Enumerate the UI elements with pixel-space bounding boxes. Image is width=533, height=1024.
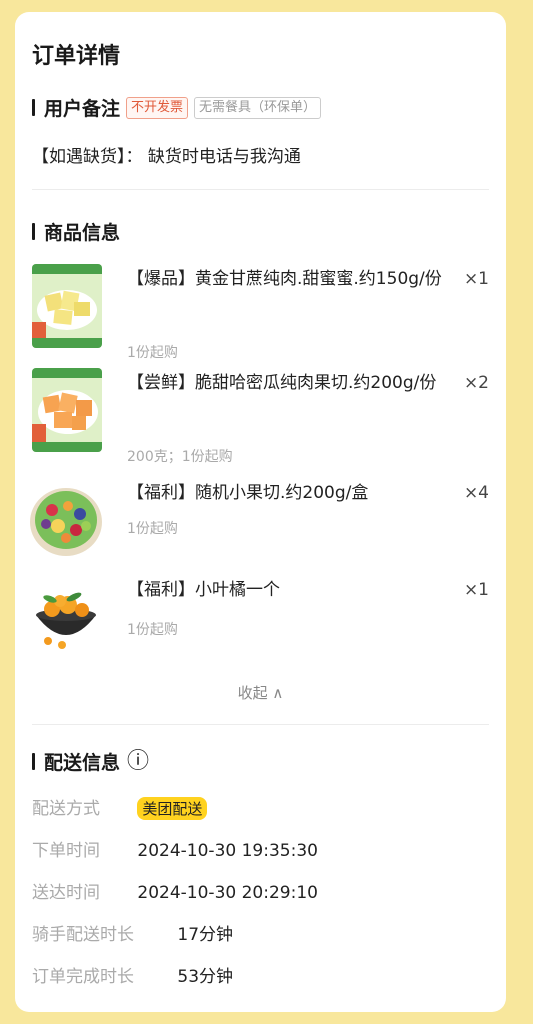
completion-duration-row: 订单完成时长 53分钟 [32, 962, 233, 987]
melon-image [32, 368, 102, 452]
fruit-bowl-image [28, 478, 104, 562]
goods-section-header: 商品信息 [32, 218, 120, 245]
section-bar [32, 99, 35, 116]
section-bar [32, 223, 35, 240]
page-title: 订单详情 [32, 44, 121, 69]
rider-duration-value: 17分钟 [177, 925, 234, 945]
tangerine-image [28, 575, 104, 659]
goods-min-purchase: 200克；1份起购 [127, 449, 233, 465]
remark-title: 用户备注 [44, 98, 121, 120]
divider [32, 724, 489, 725]
goods-quantity: ×2 [463, 373, 489, 393]
goods-quantity: ×1 [463, 580, 489, 600]
completion-duration-value: 53分钟 [177, 967, 234, 987]
goods-item[interactable]: 【福利】随机小果切.约200g/盒 ×4 1份起购 [28, 478, 489, 568]
arrival-time-value: 2024-10-30 20:29:10 [137, 883, 318, 903]
collapse-button[interactable]: 收起 ∧ [15, 682, 506, 703]
arrival-time-row: 送达时间 2024-10-30 20:29:10 [32, 878, 318, 903]
goods-title: 商品信息 [44, 222, 121, 244]
order-time-label: 下单时间 [32, 841, 100, 861]
goods-item[interactable]: 【爆品】黄金甘蔗纯肉.甜蜜蜜.约150g/份 ×1 1份起购 [32, 264, 489, 361]
divider [32, 189, 489, 190]
delivery-title: 配送信息 [44, 752, 121, 774]
goods-quantity: ×4 [463, 483, 489, 503]
goods-name: 【福利】随机小果切.约200g/盒 [127, 483, 369, 503]
delivery-method-label: 配送方式 [32, 799, 100, 819]
info-icon[interactable]: ⓘ [127, 750, 149, 773]
completion-duration-label: 订单完成时长 [32, 967, 134, 987]
goods-item[interactable]: 【尝鲜】脆甜哈密瓜纯肉果切.约200g/份 ×2 200克；1份起购 [32, 368, 489, 465]
order-time-row: 下单时间 2024-10-30 19:35:30 [32, 836, 318, 861]
meituan-delivery-badge: 美团配送 [137, 797, 208, 820]
goods-name: 【爆品】黄金甘蔗纯肉.甜蜜蜜.约150g/份 [127, 269, 442, 289]
section-bar [32, 753, 35, 770]
goods-min-purchase: 1份起购 [127, 521, 178, 537]
remark-text: 【如遇缺货】： 缺货时电话与我沟通 [32, 147, 301, 167]
remark-section-header: 用户备注 不开发票 无需餐具（环保单） [32, 94, 322, 121]
delivery-section-header: 配送信息 ⓘ [32, 748, 149, 775]
goods-name: 【尝鲜】脆甜哈密瓜纯肉果切.约200g/份 [127, 373, 437, 393]
order-detail-card: 订单详情 用户备注 不开发票 无需餐具（环保单） 【如遇缺货】： 缺货时电话与我… [15, 12, 506, 1012]
no-invoice-tag: 不开发票 [126, 96, 189, 119]
no-cutlery-tag: 无需餐具（环保单） [194, 96, 322, 119]
goods-quantity: ×1 [463, 269, 489, 289]
rider-duration-label: 骑手配送时长 [32, 925, 134, 945]
delivery-method-row: 配送方式 美团配送 [32, 794, 208, 820]
goods-min-purchase: 1份起购 [127, 622, 178, 638]
goods-name: 【福利】小叶橘一个 [127, 580, 280, 600]
arrival-time-label: 送达时间 [32, 883, 100, 903]
rider-duration-row: 骑手配送时长 17分钟 [32, 920, 233, 945]
goods-min-purchase: 1份起购 [127, 345, 178, 361]
sugarcane-image [32, 264, 102, 348]
order-time-value: 2024-10-30 19:35:30 [137, 841, 318, 861]
goods-item[interactable]: 【福利】小叶橘一个 ×1 1份起购 [28, 575, 489, 665]
